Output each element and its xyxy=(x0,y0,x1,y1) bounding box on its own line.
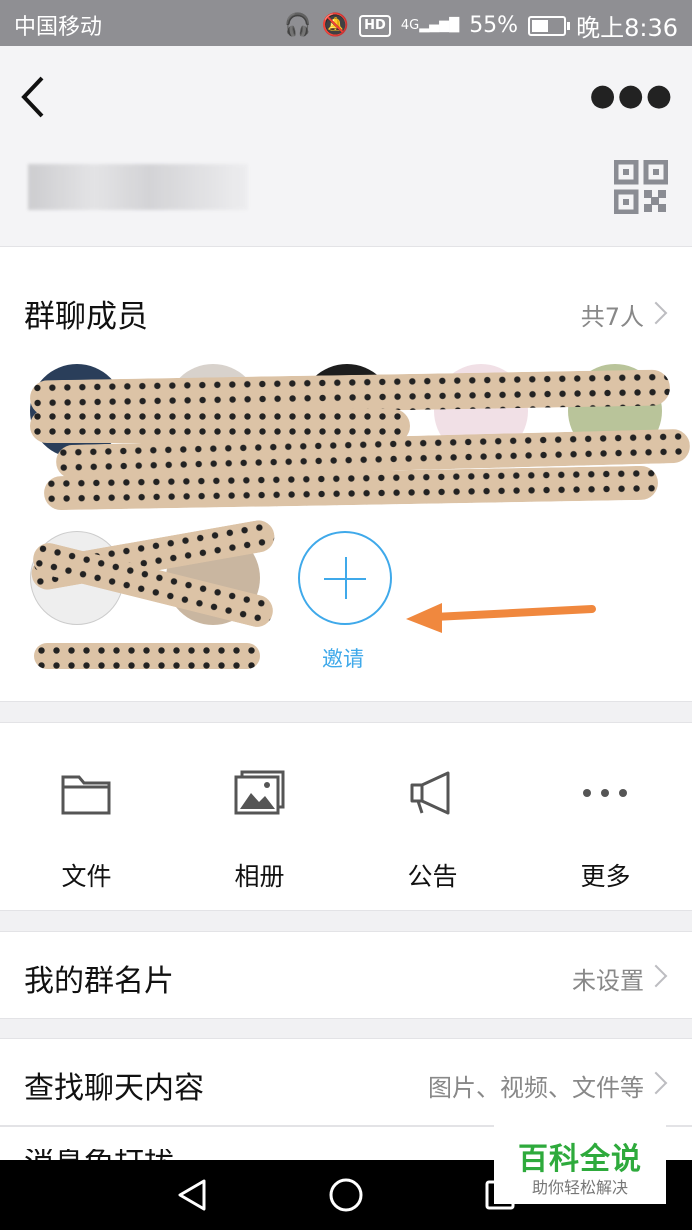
chevron-right-icon xyxy=(644,964,668,988)
redaction-scribble xyxy=(34,643,260,669)
more-dots-icon xyxy=(583,789,627,797)
chevron-right-icon xyxy=(644,301,668,325)
search-history-row[interactable]: 查找聊天内容 图片、视频、文件等 xyxy=(0,1038,692,1126)
invite-label[interactable]: 邀请 xyxy=(322,643,364,673)
status-bar: 中国移动 🎧 🔕 HD 4G▂▄▆█ 55% 晚上8:36 xyxy=(0,0,692,46)
file-action[interactable]: 文件 xyxy=(0,723,173,910)
status-icons: 🎧 🔕 HD 4G▂▄▆█ 55% 晚上8:36 xyxy=(284,8,678,43)
folder-icon xyxy=(61,775,111,815)
chevron-left-icon[interactable] xyxy=(18,74,58,120)
headphone-icon: 🎧 xyxy=(284,13,312,38)
members-count[interactable]: 共7人 xyxy=(581,297,644,332)
megaphone-icon xyxy=(410,771,450,815)
battery-icon xyxy=(528,15,571,36)
clock: 晚上8:36 xyxy=(576,14,678,42)
group-name-blurred xyxy=(28,164,248,210)
signal-icon: 4G▂▄▆█ xyxy=(400,17,460,33)
watermark-logo: 百科全说 助你轻松解决 xyxy=(494,1122,666,1204)
mute-icon: 🔕 xyxy=(321,13,350,38)
album-action[interactable]: 相册 xyxy=(173,723,346,910)
annotation-arrow xyxy=(406,603,596,633)
qr-code-icon[interactable] xyxy=(614,160,668,214)
hd-icon: HD xyxy=(359,14,391,37)
header: ●●● xyxy=(0,46,692,247)
members-title: 群聊成员 xyxy=(24,299,148,335)
group-card-row[interactable]: 我的群名片 未设置 xyxy=(0,931,692,1019)
more-dots-icon[interactable]: ●●● xyxy=(589,81,674,111)
back-triangle-icon[interactable] xyxy=(176,1178,208,1212)
more-action[interactable]: 更多 xyxy=(519,723,692,910)
photo-album-icon xyxy=(234,770,285,815)
chevron-right-icon xyxy=(644,1071,668,1095)
members-section: 群聊成员 共7人 邀请 xyxy=(0,247,692,702)
battery-percent: 55% xyxy=(469,13,519,38)
notice-action[interactable]: 公告 xyxy=(346,723,519,910)
invite-button[interactable] xyxy=(298,531,392,625)
actions-grid: 文件 相册 公告 更多 xyxy=(0,722,692,911)
home-circle-icon[interactable] xyxy=(328,1177,364,1213)
carrier-label: 中国移动 xyxy=(14,15,103,40)
